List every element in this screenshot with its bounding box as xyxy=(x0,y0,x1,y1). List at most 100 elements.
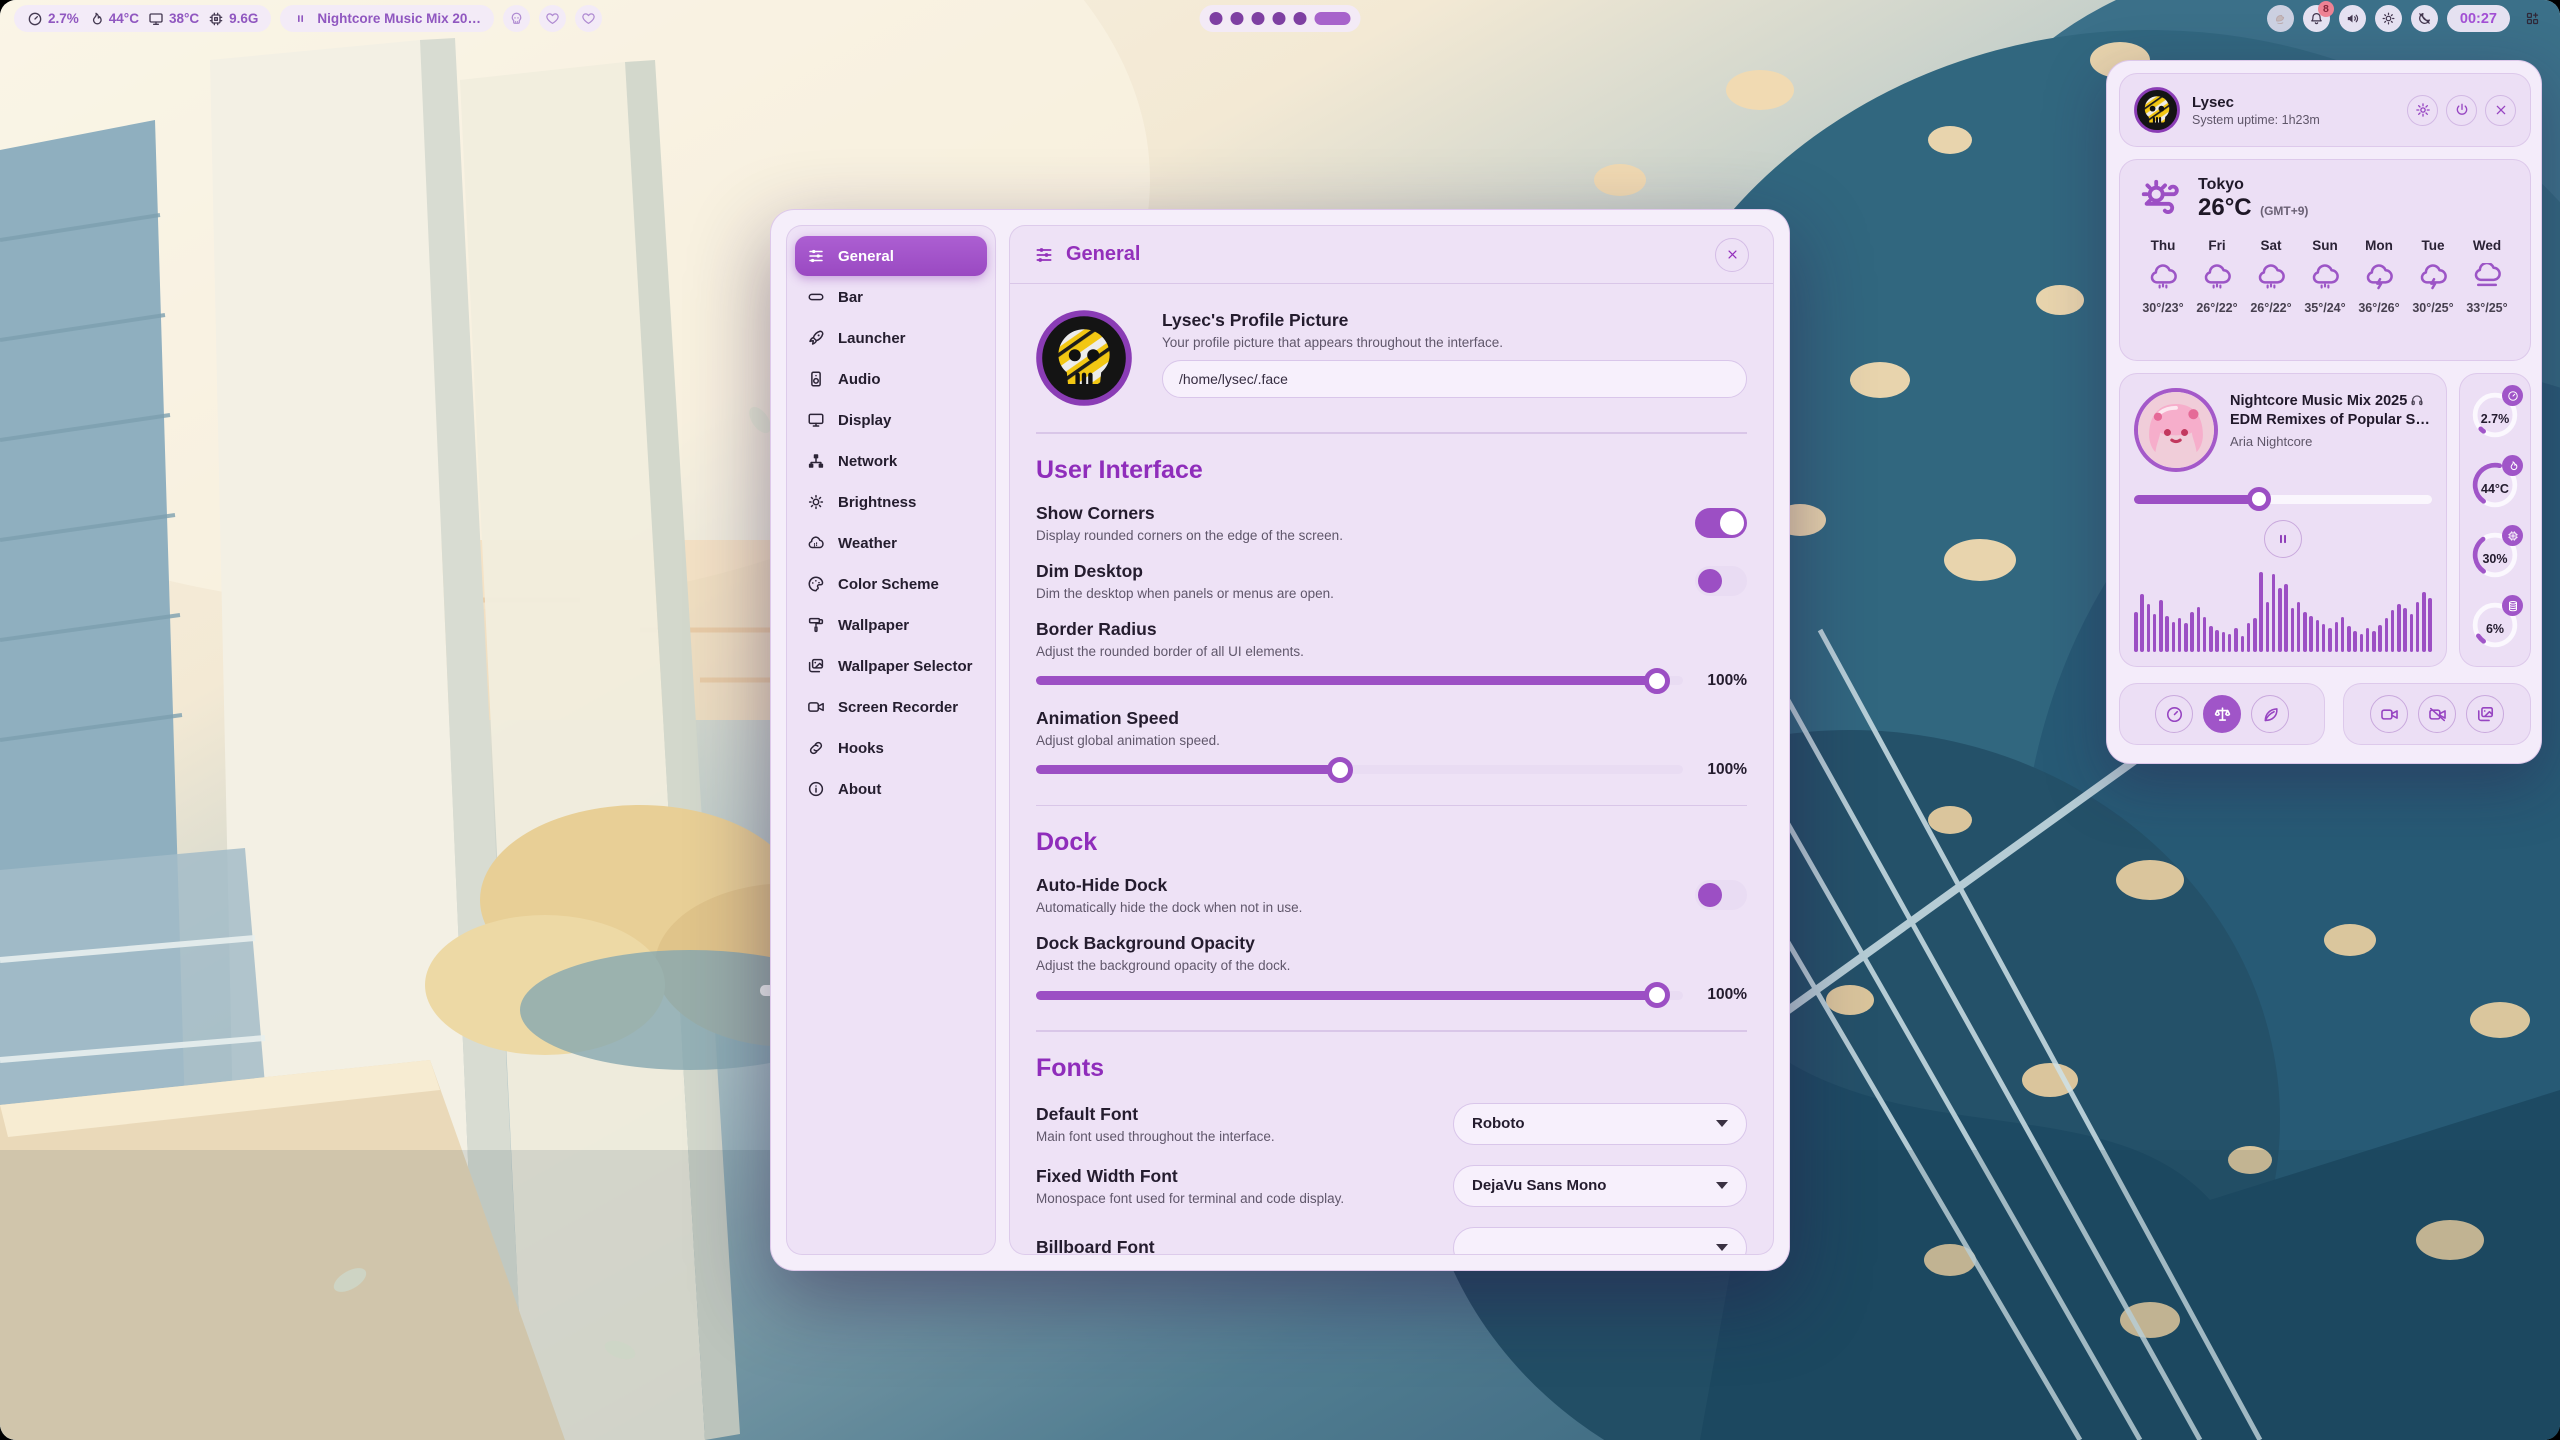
heart-button-2[interactable] xyxy=(575,5,602,32)
screenshots-button[interactable] xyxy=(2466,695,2504,733)
divider xyxy=(1036,805,1747,807)
setting-show-corners: Show Corners Display rounded corners on … xyxy=(1036,503,1747,543)
system-gauges-card: 2.7% 44°C 30% 6% xyxy=(2459,373,2531,667)
control-panel: Lysec System uptime: 1h23m Tokyo 26°C (G… xyxy=(2106,60,2542,764)
chip-icon xyxy=(2502,525,2523,546)
settings-sidebar: General Bar Launcher Audio Display Netwo… xyxy=(786,225,996,1255)
sidebar-item-launcher[interactable]: Launcher xyxy=(795,318,987,358)
cloud-rain-icon xyxy=(2148,263,2178,293)
workspace-dot[interactable] xyxy=(1294,12,1307,25)
visualizer-bar xyxy=(2190,612,2194,652)
slider-handle[interactable] xyxy=(1327,757,1353,783)
default-font-select[interactable]: Roboto xyxy=(1453,1103,1747,1145)
notifications-button[interactable]: 8 xyxy=(2303,5,2330,32)
overview-button[interactable] xyxy=(2519,5,2546,32)
workspace-dot[interactable] xyxy=(1252,12,1265,25)
visualizer-bar xyxy=(2378,625,2382,652)
auto-hide-dock-toggle[interactable] xyxy=(1695,880,1747,910)
visualizer-bar xyxy=(2391,610,2395,652)
workspace-dot[interactable] xyxy=(1231,12,1244,25)
balanced-mode-button[interactable] xyxy=(2203,695,2241,733)
sidebar-item-weather[interactable]: Weather xyxy=(795,523,987,563)
performance-mode-button[interactable] xyxy=(2155,695,2193,733)
sidebar-item-wallpaper[interactable]: Wallpaper xyxy=(795,605,987,645)
audio-icon xyxy=(807,370,825,388)
slider-handle[interactable] xyxy=(1644,668,1670,694)
workspace-active[interactable] xyxy=(1315,12,1351,25)
billboard-font-select[interactable] xyxy=(1453,1227,1747,1255)
db-icon xyxy=(2502,595,2523,616)
clock-pill[interactable]: 00:27 xyxy=(2447,5,2510,32)
profile-path-input[interactable] xyxy=(1162,360,1747,398)
visualizer-bar xyxy=(2253,618,2257,652)
visualizer-bar xyxy=(2416,602,2420,652)
pause-icon xyxy=(2274,530,2292,548)
night-light-button[interactable] xyxy=(2411,5,2438,32)
forecast-day-wed: Wed 33°/25° xyxy=(2462,238,2512,315)
border-radius-slider[interactable] xyxy=(1036,676,1683,685)
rocket-icon xyxy=(807,329,825,347)
power-mode-group xyxy=(2119,683,2325,745)
sidebar-item-screen-recorder[interactable]: Screen Recorder xyxy=(795,687,987,727)
music-progress-slider[interactable] xyxy=(2134,488,2432,510)
brightness-button[interactable] xyxy=(2375,5,2402,32)
visualizer-bar xyxy=(2266,602,2270,652)
screen-record-button[interactable] xyxy=(2370,695,2408,733)
show-corners-toggle[interactable] xyxy=(1695,508,1747,538)
visualizer-bar xyxy=(2159,600,2163,652)
dim-desktop-toggle[interactable] xyxy=(1695,566,1747,596)
volume-button[interactable] xyxy=(2339,5,2366,32)
visualizer-bar xyxy=(2316,620,2320,652)
sidebar-item-wallpaper-selector[interactable]: Wallpaper Selector xyxy=(795,646,987,686)
audio-visualizer xyxy=(2134,568,2432,652)
settings-scroll-area[interactable]: Lysec's Profile Picture Your profile pic… xyxy=(1010,284,1773,1254)
cloud-bolt-icon xyxy=(2364,263,2394,293)
clock-text: 00:27 xyxy=(2460,11,2497,27)
close-button[interactable] xyxy=(1715,238,1749,272)
link-icon xyxy=(807,739,825,757)
slider-handle[interactable] xyxy=(2247,487,2271,511)
slider-handle[interactable] xyxy=(1644,982,1670,1008)
visualizer-bar xyxy=(2341,617,2345,652)
animation-speed-slider[interactable] xyxy=(1036,765,1683,774)
visualizer-bar xyxy=(2228,634,2232,652)
tray-app-button[interactable] xyxy=(2267,5,2294,32)
mono-font-select[interactable]: DejaVu Sans Mono xyxy=(1453,1165,1747,1207)
sidebar-item-about[interactable]: About xyxy=(795,769,987,809)
workspace-dot[interactable] xyxy=(1273,12,1286,25)
sidebar-item-audio[interactable]: Audio xyxy=(795,359,987,399)
power-button[interactable] xyxy=(2446,95,2477,126)
visualizer-bar xyxy=(2272,574,2276,652)
visualizer-bar xyxy=(2322,624,2326,652)
sidebar-item-brightness[interactable]: Brightness xyxy=(795,482,987,522)
close-panel-button[interactable] xyxy=(2485,95,2516,126)
sidebar-item-display[interactable]: Display xyxy=(795,400,987,440)
workspace-dot[interactable] xyxy=(1210,12,1223,25)
visualizer-bar xyxy=(2153,614,2157,652)
media-pill[interactable]: Nightcore Music Mix 20… xyxy=(280,5,494,32)
visualizer-bar xyxy=(2184,623,2188,652)
track-title: Nightcore Music Mix 2025 EDM Remixes of … xyxy=(2230,392,2430,430)
skull-icon xyxy=(509,11,524,26)
heart-button[interactable] xyxy=(539,5,566,32)
forecast-day-tue: Tue 30°/25° xyxy=(2408,238,2458,315)
dock-opacity-slider[interactable] xyxy=(1036,991,1683,1000)
sidebar-item-bar[interactable]: Bar xyxy=(795,277,987,317)
settings-button[interactable] xyxy=(2407,95,2438,126)
stop-record-button[interactable] xyxy=(2418,695,2456,733)
visualizer-bar xyxy=(2147,604,2151,652)
cloud-rain-icon xyxy=(2310,263,2340,293)
images-icon xyxy=(2476,705,2495,724)
visualizer-bar xyxy=(2328,628,2332,652)
sidebar-item-general[interactable]: General xyxy=(795,236,987,276)
skull-button[interactable] xyxy=(503,5,530,32)
pause-button[interactable] xyxy=(2264,520,2302,558)
visualizer-bar xyxy=(2140,594,2144,652)
camera-icon xyxy=(807,698,825,716)
power-saver-mode-button[interactable] xyxy=(2251,695,2289,733)
forecast-day-mon: Mon 36°/26° xyxy=(2354,238,2404,315)
sidebar-item-hooks[interactable]: Hooks xyxy=(795,728,987,768)
user-card: Lysec System uptime: 1h23m xyxy=(2119,73,2531,147)
sidebar-item-network[interactable]: Network xyxy=(795,441,987,481)
sidebar-item-color-scheme[interactable]: Color Scheme xyxy=(795,564,987,604)
